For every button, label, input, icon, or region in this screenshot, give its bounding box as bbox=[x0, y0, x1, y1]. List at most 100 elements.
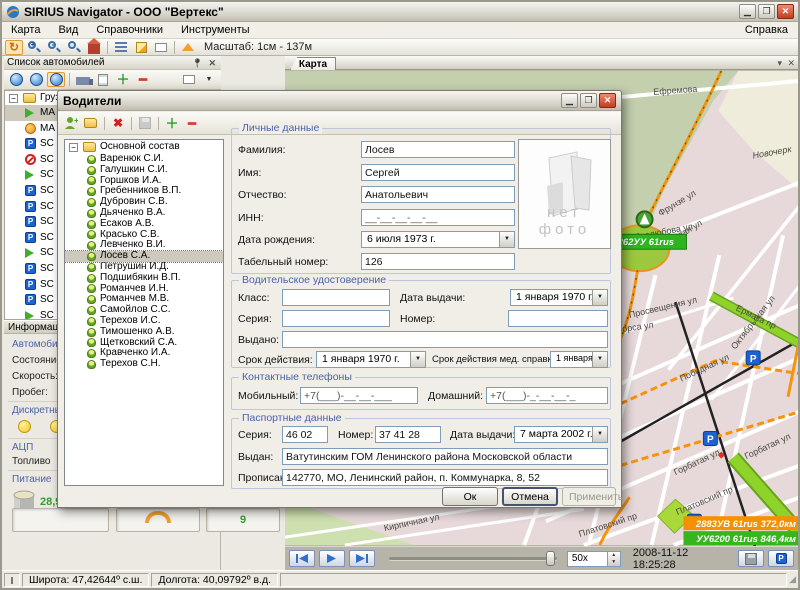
license-issued-field[interactable] bbox=[282, 331, 608, 348]
name-field[interactable] bbox=[361, 164, 515, 181]
driver-row[interactable]: Подшибякин В.П. bbox=[65, 273, 223, 284]
mobile-label: Мобильный: bbox=[238, 390, 298, 402]
driver-name: Тимошенко А.В. bbox=[100, 327, 175, 338]
refresh-map-button[interactable]: ↻ bbox=[5, 40, 23, 55]
panel-close-icon[interactable]: ✕ bbox=[208, 58, 216, 69]
personnel-number-field[interactable] bbox=[361, 253, 515, 270]
med-valid-combo[interactable]: 1 января 1970 г.▼ bbox=[550, 351, 608, 368]
dialog-minimize-button[interactable]: ▁ bbox=[561, 93, 578, 108]
driver-icon bbox=[87, 274, 96, 283]
driver-row[interactable]: Тимошенко А.В. bbox=[65, 327, 223, 338]
passport-number-field[interactable] bbox=[375, 426, 441, 443]
globe-button-1[interactable] bbox=[7, 72, 25, 87]
vehicle-marker[interactable] bbox=[637, 211, 653, 227]
map-scale-label: Масштаб: 1см - 137м bbox=[204, 41, 312, 53]
address-field[interactable] bbox=[282, 469, 608, 486]
speed-spinner[interactable]: 50x ▲▼ bbox=[567, 551, 621, 567]
tab-close-icon[interactable]: ✕ bbox=[787, 58, 795, 69]
driver-tree: − Основной состав Варенюк С.И. Галушкин … bbox=[64, 139, 224, 486]
save-track-button[interactable] bbox=[738, 550, 764, 567]
playback-slider[interactable] bbox=[389, 557, 557, 560]
resize-grip[interactable]: ◢ bbox=[789, 574, 796, 585]
mobile-field[interactable] bbox=[300, 387, 418, 404]
chevron-down-icon[interactable]: ▼ bbox=[592, 352, 607, 367]
vehicle-panel-toolbar: ＋ ━ ▼ bbox=[4, 70, 221, 90]
pin-icon[interactable]: 📍︎ bbox=[192, 58, 203, 69]
driver-tree-root[interactable]: − Основной состав bbox=[65, 140, 223, 154]
expand-button[interactable]: ＋ bbox=[162, 114, 182, 133]
chevron-down-icon[interactable]: ▼ bbox=[592, 290, 607, 305]
birth-date-combo[interactable]: 6 июля 1973 г.▼ bbox=[361, 231, 515, 248]
collapse-button[interactable]: ━ bbox=[182, 114, 202, 133]
chevron-down-icon[interactable]: ▼ bbox=[592, 427, 607, 442]
dialog-maximize-button[interactable]: ❐ bbox=[580, 93, 597, 108]
restore-button[interactable]: ❐ bbox=[758, 4, 775, 19]
status-spacer bbox=[280, 573, 787, 587]
slider-thumb[interactable] bbox=[546, 551, 555, 566]
zoom-out-button[interactable]: - bbox=[45, 40, 63, 55]
speed-value: 50x bbox=[572, 553, 588, 564]
delete-driver-button[interactable]: ✖ bbox=[108, 114, 128, 133]
tab-menu-icon[interactable]: ▾ bbox=[777, 58, 782, 69]
license-valid-combo[interactable]: 1 января 1970 г.▼ bbox=[316, 351, 426, 368]
add-vehicle-button[interactable]: ＋ bbox=[114, 72, 132, 87]
add-driver-button[interactable]: + bbox=[61, 114, 81, 133]
cancel-button[interactable]: Отмена bbox=[502, 487, 558, 506]
dialog-title-bar[interactable]: Водители ▁ ❐ ✕ bbox=[58, 91, 621, 111]
close-button[interactable]: ✕ bbox=[777, 4, 794, 19]
inn-field[interactable] bbox=[361, 209, 515, 226]
patronymic-field[interactable] bbox=[361, 186, 515, 203]
select-area-button[interactable] bbox=[152, 40, 170, 55]
menu-view[interactable]: Вид bbox=[49, 23, 87, 37]
driver-row[interactable]: Галушкин С.И. bbox=[65, 165, 223, 176]
minimize-button[interactable]: ▁ bbox=[739, 4, 756, 19]
adc-group: АЦП bbox=[12, 442, 33, 453]
menu-map[interactable]: Карта bbox=[2, 23, 49, 37]
add-group-button[interactable] bbox=[81, 114, 101, 133]
report-button[interactable] bbox=[94, 72, 112, 87]
spinner-arrows-icon[interactable]: ▲▼ bbox=[607, 552, 620, 566]
zoom-select-button[interactable] bbox=[65, 40, 83, 55]
driver-row[interactable]: Есаков А.В. bbox=[65, 219, 223, 230]
chevron-down-icon[interactable]: ▼ bbox=[410, 352, 425, 367]
columns-button[interactable] bbox=[180, 72, 198, 87]
vehicle-status-icon bbox=[25, 248, 36, 258]
class-field[interactable] bbox=[282, 289, 390, 306]
passport-series-field[interactable] bbox=[282, 426, 328, 443]
skip-start-button[interactable] bbox=[289, 550, 315, 567]
collapse-icon[interactable]: − bbox=[69, 143, 78, 152]
collapse-icon[interactable]: − bbox=[9, 94, 18, 103]
mini-panel-gauge bbox=[116, 508, 200, 532]
menu-directories[interactable]: Справочники bbox=[87, 23, 172, 37]
play-button[interactable] bbox=[319, 550, 345, 567]
menu-help[interactable]: Справка bbox=[735, 23, 798, 37]
truck-button[interactable] bbox=[74, 72, 92, 87]
edit-map-button[interactable] bbox=[132, 40, 150, 55]
driver-row[interactable]: Терехов С.Н. bbox=[65, 359, 223, 370]
remove-vehicle-button[interactable]: ━ bbox=[134, 72, 152, 87]
driver-icon bbox=[87, 241, 96, 250]
panel-menu-button[interactable]: ▼ bbox=[200, 72, 218, 87]
zoom-in-button[interactable]: + bbox=[25, 40, 43, 55]
parking-mode-button[interactable] bbox=[768, 550, 794, 567]
dialog-close-button[interactable]: ✕ bbox=[599, 93, 616, 108]
surname-field[interactable] bbox=[361, 141, 515, 158]
globe-button-3[interactable] bbox=[47, 72, 65, 87]
save-driver-button[interactable] bbox=[135, 114, 155, 133]
skip-end-button[interactable] bbox=[349, 550, 375, 567]
globe-button-2[interactable] bbox=[27, 72, 45, 87]
home-view-button[interactable] bbox=[85, 40, 103, 55]
license-number-field[interactable] bbox=[508, 310, 608, 327]
license-series-field[interactable] bbox=[282, 310, 390, 327]
passport-issue-combo[interactable]: 7 марта 2002 г.▼ bbox=[514, 426, 608, 443]
ok-button[interactable]: Ок bbox=[442, 487, 498, 506]
legend-button[interactable] bbox=[112, 40, 130, 55]
passport-issued-by-field[interactable] bbox=[282, 448, 608, 465]
menu-tools[interactable]: Инструменты bbox=[172, 23, 259, 37]
measure-button[interactable] bbox=[179, 40, 197, 55]
license-issue-combo[interactable]: 1 января 1970 г.▼ bbox=[510, 289, 608, 306]
license-issue-label: Дата выдачи: bbox=[400, 292, 465, 304]
home-field[interactable] bbox=[486, 387, 608, 404]
chevron-down-icon[interactable]: ▼ bbox=[499, 232, 514, 247]
tab-map[interactable]: Карта bbox=[290, 57, 336, 70]
